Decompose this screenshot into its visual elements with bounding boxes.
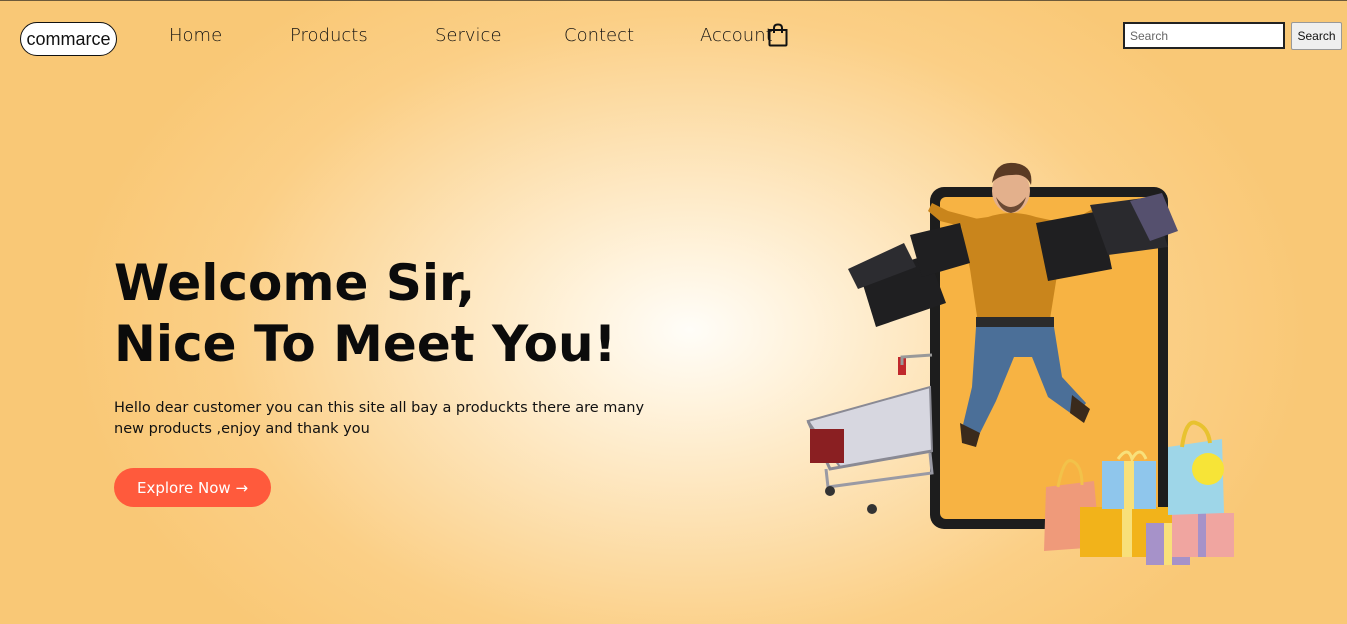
navbar: commarce Home Products Service Contect A… — [0, 1, 1347, 71]
hero-description: Hello dear customer you can this site al… — [114, 400, 645, 437]
logo[interactable]: commarce — [20, 22, 117, 56]
nav-products-link[interactable]: Products — [290, 25, 368, 46]
explore-now-button[interactable]: Explore Now → — [114, 468, 271, 507]
search-input[interactable] — [1123, 22, 1285, 49]
nav-home-link[interactable]: Home — [169, 25, 222, 46]
hero-title-line-1: Welcome Sir, — [114, 254, 476, 312]
nav-contact-link[interactable]: Contect — [564, 25, 634, 46]
nav-account-link[interactable]: Account — [700, 25, 773, 46]
shopping-bag-icon[interactable] — [767, 23, 789, 47]
search-button[interactable]: Search — [1291, 22, 1342, 50]
nav-service-link[interactable]: Service — [435, 25, 502, 46]
hero-title: Welcome Sir, Nice To Meet You! — [114, 253, 616, 375]
hero-shopping-illustration — [806, 162, 1234, 565]
hero-title-line-2: Nice To Meet You! — [114, 315, 617, 373]
